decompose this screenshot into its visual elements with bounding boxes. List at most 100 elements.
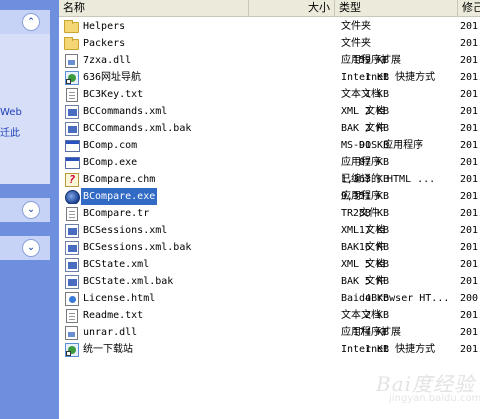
file-name: Readme.txt — [83, 310, 144, 321]
file-name: BCSessions.xml — [83, 225, 168, 236]
file-row[interactable]: Helpers 文件夹 201 — [59, 18, 480, 35]
file-row[interactable]: BCCommands.xml.bak 2 KB BAK 文件 201 — [59, 120, 480, 137]
column-size-label: 大小 — [308, 1, 330, 14]
task-link-move[interactable]: 迁此 — [0, 124, 20, 139]
dll-icon — [64, 53, 80, 68]
file-date: 201 — [460, 191, 479, 202]
column-size-header[interactable]: 大小 — [249, 0, 335, 16]
file-type: 已编译的 HTML ... — [341, 174, 436, 185]
file-date: 200 — [460, 293, 479, 304]
task-pane-header-2[interactable]: ⌄ — [0, 198, 50, 222]
task-link-web[interactable]: Web — [0, 107, 22, 118]
task-pane-header-1[interactable]: ⌃ — [0, 10, 50, 34]
exe-icon — [64, 189, 80, 204]
text-icon — [64, 206, 80, 221]
file-name: BComp.com — [83, 140, 138, 151]
file-row[interactable]: BCState.xml.bak 5 KB BAK 文件 201 — [59, 273, 480, 290]
html-icon — [64, 291, 80, 306]
file-row[interactable]: BC3Key.txt 1 KB 文本文档 201 — [59, 86, 480, 103]
file-name: BCCommands.xml — [83, 106, 168, 117]
file-type: BAK 文件 — [341, 123, 386, 134]
file-row[interactable]: BComp.exe 87 KB 应用程序 201 — [59, 154, 480, 171]
column-header: 名称 大小 类型 修己 — [59, 0, 480, 17]
file-row[interactable]: BCState.xml 5 KB XML 文档 201 — [59, 256, 480, 273]
file-type: XML 文档 — [341, 106, 386, 117]
folder-icon — [64, 19, 80, 34]
file-name: BCompare.tr — [83, 208, 150, 219]
file-name: BCState.xml — [83, 259, 150, 270]
file-row[interactable]: BCompare.tr 288 KB TR 文件 201 — [59, 205, 480, 222]
file-date: 201 — [460, 89, 479, 100]
file-date: 201 — [460, 242, 479, 253]
file-name: BComp.exe — [83, 157, 138, 168]
file-type: 文本文档 — [341, 310, 381, 321]
file-date: 201 — [460, 344, 479, 355]
file-date: 201 — [460, 327, 479, 338]
file-row[interactable]: ? BCompare.chm 1,363 KB 已编译的 HTML ... 201 — [59, 171, 480, 188]
xml-icon — [64, 274, 80, 289]
file-row[interactable]: 统一下载站 1 KB Internet 快捷方式 201 — [59, 341, 480, 358]
chm-icon: ? — [64, 172, 80, 187]
text-icon — [64, 308, 80, 323]
file-type: 文本文档 — [341, 89, 381, 100]
file-row[interactable]: 636网址导航 1 KB Internet 快捷方式 201 — [59, 69, 480, 86]
file-name: 统一下载站 — [83, 344, 133, 355]
dll-icon — [64, 325, 80, 340]
xml-icon — [64, 240, 80, 255]
file-row[interactable]: Packers 文件夹 201 — [59, 35, 480, 52]
file-date: 201 — [460, 55, 479, 66]
column-type-header[interactable]: 类型 — [335, 0, 458, 16]
file-row[interactable]: BCSessions.xml 17 KB XML 文档 201 — [59, 222, 480, 239]
file-name: BC3Key.txt — [83, 89, 144, 100]
file-row[interactable]: BComp.com 91 KB MS-DOS 应用程序 201 — [59, 137, 480, 154]
collapse-chevron-icon[interactable]: ⌃ — [22, 13, 40, 31]
file-type: TR 文件 — [341, 208, 380, 219]
task-pane: ⌃ Web 迁此 ⌄ ⌄ — [0, 0, 59, 419]
xml-icon — [64, 104, 80, 119]
file-name: License.html — [83, 293, 156, 304]
link-icon — [64, 342, 80, 357]
file-row[interactable]: Readme.txt 2 KB 文本文档 201 — [59, 307, 480, 324]
file-date: 201 — [460, 106, 479, 117]
file-date: 201 — [460, 259, 479, 270]
column-date-header[interactable]: 修己 — [458, 0, 480, 16]
file-row[interactable]: BCCommands.xml 2 KB XML 文档 201 — [59, 103, 480, 120]
file-date: 201 — [460, 72, 479, 83]
baidu-watermark-url: jingyan.baidu.com — [389, 393, 480, 404]
file-date: 201 — [460, 208, 479, 219]
file-date: 201 — [460, 21, 479, 32]
text-icon — [64, 87, 80, 102]
file-name: Packers — [83, 38, 126, 49]
expand-chevron-icon[interactable]: ⌄ — [22, 201, 40, 219]
file-name: BCCommands.xml.bak — [83, 123, 192, 134]
file-date: 201 — [460, 123, 479, 134]
file-name: BCState.xml.bak — [83, 276, 174, 287]
file-name: unrar.dll — [83, 327, 138, 338]
file-type: 应用程序 — [341, 191, 381, 202]
file-row[interactable]: BCSessions.xml.bak 16 KB BAK 文件 201 — [59, 239, 480, 256]
xml-icon — [64, 223, 80, 238]
column-name-header[interactable]: 名称 — [59, 0, 249, 16]
file-type: XML 文档 — [341, 225, 386, 236]
file-date: 201 — [460, 140, 479, 151]
file-type: 应用程序 — [341, 157, 381, 168]
file-row[interactable]: 7zxa.dll 159 KB 应用程序扩展 201 — [59, 52, 480, 69]
file-type: Internet 快捷方式 — [341, 344, 436, 355]
file-type: BaiduBrowser HT... — [341, 293, 450, 304]
xml-icon — [64, 121, 80, 136]
file-name: 7zxa.dll — [83, 55, 132, 66]
file-row[interactable]: License.html 4 KB BaiduBrowser HT... 200 — [59, 290, 480, 307]
file-name: 636网址导航 — [83, 72, 142, 83]
file-date: 201 — [460, 157, 479, 168]
file-date: 201 — [460, 174, 479, 185]
task-pane-header-3[interactable]: ⌄ — [0, 236, 50, 260]
folder-icon — [64, 36, 80, 51]
file-name: BCSessions.xml.bak — [83, 242, 192, 253]
expand-chevron-icon[interactable]: ⌄ — [22, 239, 40, 257]
file-type: XML 文档 — [341, 259, 386, 270]
file-type: 文件夹 — [341, 38, 371, 49]
file-row[interactable]: unrar.dll 174 KB 应用程序扩展 201 — [59, 324, 480, 341]
file-row[interactable]: BCompare.exe 9,351 KB 应用程序 201 — [59, 188, 480, 205]
file-type: Internet 快捷方式 — [341, 72, 436, 83]
file-name: BCompare.exe — [81, 188, 158, 205]
